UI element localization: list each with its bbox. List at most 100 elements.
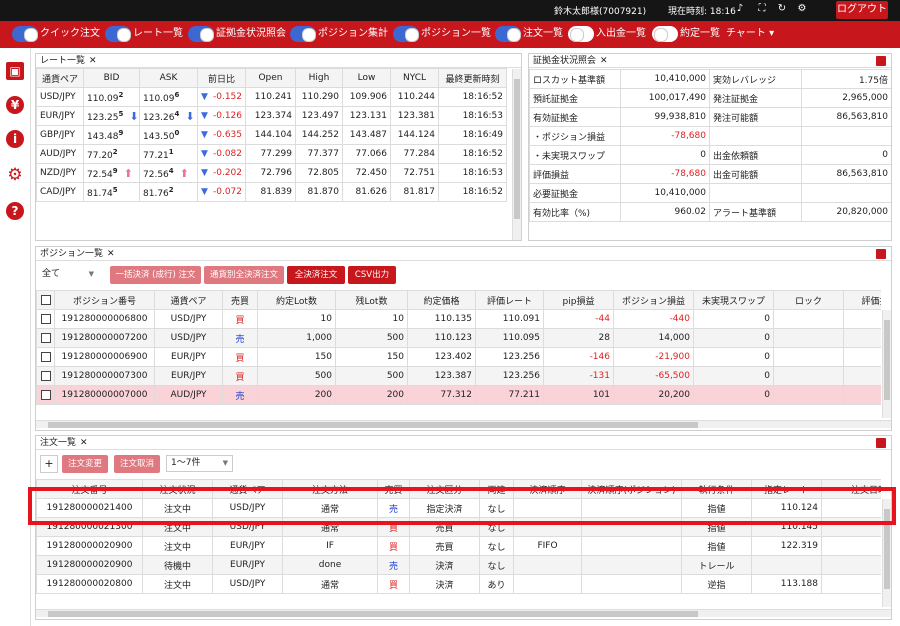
ask-cell[interactable]: 123.264 ⬇ <box>139 106 198 126</box>
col-header[interactable]: ロック <box>773 290 844 310</box>
col-header[interactable]: Low <box>342 68 391 88</box>
rate-row[interactable]: AUD/JPY 77.202 77.211 ▼ -0.082 77.299 77.377 77… <box>36 144 507 164</box>
col-header[interactable]: ASK <box>139 68 198 88</box>
col-header[interactable]: 決済順序 <box>513 479 582 499</box>
add-button[interactable]: + <box>40 455 58 473</box>
col-header[interactable]: 売買 <box>222 290 258 310</box>
col-header[interactable]: High <box>295 68 343 88</box>
rate-row[interactable]: USD/JPY 110.092 110.096 ▼ -0.152 110.241 110.2… <box>36 87 507 107</box>
toggle-position-list[interactable]: ポジション一覧 <box>393 26 491 42</box>
rate-row[interactable]: CAD/JPY 81.745 81.762 ▼ -0.072 81.839 81.870 81… <box>36 182 507 202</box>
col-header[interactable]: 前日比 <box>197 68 246 88</box>
position-row[interactable]: 191280000006900 EUR/JPY 買 150 150 123.402 123.… <box>36 347 881 367</box>
toggle-margin-status[interactable]: 証拠金状況照会 <box>188 26 286 42</box>
close-icon[interactable]: ✕ <box>600 56 608 66</box>
modify-order-button[interactable]: 注文変更 <box>62 455 108 473</box>
settle-all-button[interactable]: 全決済注文 <box>287 266 345 284</box>
bell-icon[interactable]: ♪ <box>734 3 746 16</box>
order-scrollbar[interactable] <box>882 499 891 607</box>
col-header[interactable]: BID <box>83 68 140 88</box>
help-icon[interactable]: ? <box>6 202 24 220</box>
paging-select[interactable]: 1～7件 ▼ <box>166 455 233 472</box>
fullscreen-icon[interactable]: ⛶ <box>756 3 768 16</box>
position-row[interactable]: 191280000007200 USD/JPY 売 1,000 500 110.123 11… <box>36 328 881 348</box>
col-header[interactable]: pip損益 <box>543 290 614 310</box>
save-icon[interactable]: ▣ <box>6 62 24 80</box>
col-header[interactable]: 決済順序(ポジション) <box>581 479 682 499</box>
checkbox[interactable] <box>40 351 51 362</box>
chart-menu[interactable]: チャート ▾ <box>726 27 774 41</box>
row-checkbox[interactable] <box>36 328 55 348</box>
order-row[interactable]: 191280000020800 注文中 USD/JPY 通常買決済 あり 逆指 113.18… <box>36 574 881 594</box>
position-row[interactable]: 191280000007300 EUR/JPY 買 500 500 123.387 123.… <box>36 366 881 386</box>
col-header[interactable]: 未実現スワップ <box>693 290 774 310</box>
rate-row[interactable]: EUR/JPY 123.255 ⬇ 123.264 ⬇ ▼ -0.126 123.374 123… <box>36 106 507 126</box>
toggle-switch[interactable] <box>495 26 521 42</box>
toggle-switch[interactable] <box>290 26 316 42</box>
info-icon[interactable]: i <box>6 130 24 148</box>
select-all-checkbox[interactable] <box>36 290 55 310</box>
col-header[interactable]: 両建 <box>479 479 514 499</box>
order-row[interactable]: 191280000020900 注文中 EUR/JPY IF 買売買 なし FIFO 指値 12… <box>36 536 881 556</box>
col-header[interactable]: 指定レート <box>751 479 822 499</box>
settings-icon[interactable]: ⚙ <box>796 3 808 16</box>
ask-cell[interactable]: 110.096 <box>139 87 198 107</box>
col-header[interactable]: 評価レート <box>475 290 544 310</box>
col-header[interactable]: Open <box>245 68 296 88</box>
position-hscrollbar[interactable] <box>36 420 891 428</box>
row-checkbox[interactable] <box>36 347 55 367</box>
close-icon[interactable]: ✕ <box>107 249 115 259</box>
bid-cell[interactable]: 123.255 ⬇ <box>83 106 140 126</box>
bid-cell[interactable]: 72.549 ⬆ <box>83 163 140 183</box>
col-header[interactable]: 評価損 <box>843 290 881 310</box>
toggle-switch[interactable] <box>652 26 678 42</box>
rate-row[interactable]: NZD/JPY 72.549 ⬆ 72.564 ⬆ ▼ -0.202 72.796 72.805… <box>36 163 507 183</box>
toggle-quick-order[interactable]: クイック注文 <box>12 26 100 42</box>
col-header[interactable]: 最終更新時刻 <box>438 68 507 88</box>
col-header[interactable]: 約定価格 <box>407 290 476 310</box>
order-hscrollbar[interactable] <box>36 609 891 617</box>
col-header[interactable]: 通貨ペア <box>154 290 223 310</box>
minimize-icon[interactable] <box>876 56 886 66</box>
row-checkbox[interactable] <box>36 366 55 386</box>
logout-button[interactable]: ログアウト <box>836 1 888 19</box>
cancel-order-button[interactable]: 注文取消 <box>114 455 160 473</box>
ask-cell[interactable]: 77.211 <box>139 144 198 164</box>
close-icon[interactable]: ✕ <box>80 438 88 448</box>
rate-scrollbar[interactable] <box>512 69 521 240</box>
scrollbar-thumb[interactable] <box>48 422 698 428</box>
scrollbar-thumb[interactable] <box>48 611 698 617</box>
col-header[interactable]: 注文日時 <box>821 479 881 499</box>
ask-cell[interactable]: 143.500 <box>139 125 198 145</box>
bid-cell[interactable]: 110.092 <box>83 87 140 107</box>
bid-cell[interactable]: 143.489 <box>83 125 140 145</box>
position-scrollbar[interactable] <box>882 310 891 418</box>
col-header[interactable]: 注文方法 <box>282 479 378 499</box>
col-header[interactable]: 注文状況 <box>142 479 213 499</box>
csv-export-button[interactable]: CSV出力 <box>348 266 396 284</box>
yen-icon[interactable]: ¥ <box>6 96 24 114</box>
checkbox[interactable] <box>40 332 51 343</box>
col-header[interactable]: 通貨ペア <box>36 68 84 88</box>
toggle-switch[interactable] <box>568 26 594 42</box>
col-header[interactable]: ポジション損益 <box>613 290 694 310</box>
checkbox[interactable] <box>40 370 51 381</box>
col-header[interactable]: 売買 <box>377 479 410 499</box>
bid-cell[interactable]: 77.202 <box>83 144 140 164</box>
toggle-switch[interactable] <box>188 26 214 42</box>
toggle-position-summary[interactable]: ポジション集計 <box>290 26 388 42</box>
position-row[interactable]: 191280000007000 AUD/JPY 売 200 200 77.312 77.21… <box>36 385 881 405</box>
ask-cell[interactable]: 72.564 ⬆ <box>139 163 198 183</box>
currency-settle-button[interactable]: 通貨別全決済注文 <box>204 266 284 284</box>
ask-cell[interactable]: 81.762 <box>139 182 198 202</box>
toggle-switch[interactable] <box>105 26 131 42</box>
toggle-rate-list[interactable]: レート一覧 <box>105 26 183 42</box>
col-header[interactable]: 通貨ペア <box>212 479 283 499</box>
minimize-icon[interactable] <box>876 438 886 448</box>
row-checkbox[interactable] <box>36 309 55 329</box>
order-row[interactable]: 191280000021300 注文中 USD/JPY 通常買売買 なし 指値 110.14… <box>36 517 881 537</box>
bulk-settle-button[interactable]: 一括決済 (成行) 注文 <box>110 266 201 284</box>
toggle-switch[interactable] <box>393 26 419 42</box>
scrollbar-thumb[interactable] <box>884 320 890 400</box>
col-header[interactable]: 約定Lot数 <box>257 290 336 310</box>
